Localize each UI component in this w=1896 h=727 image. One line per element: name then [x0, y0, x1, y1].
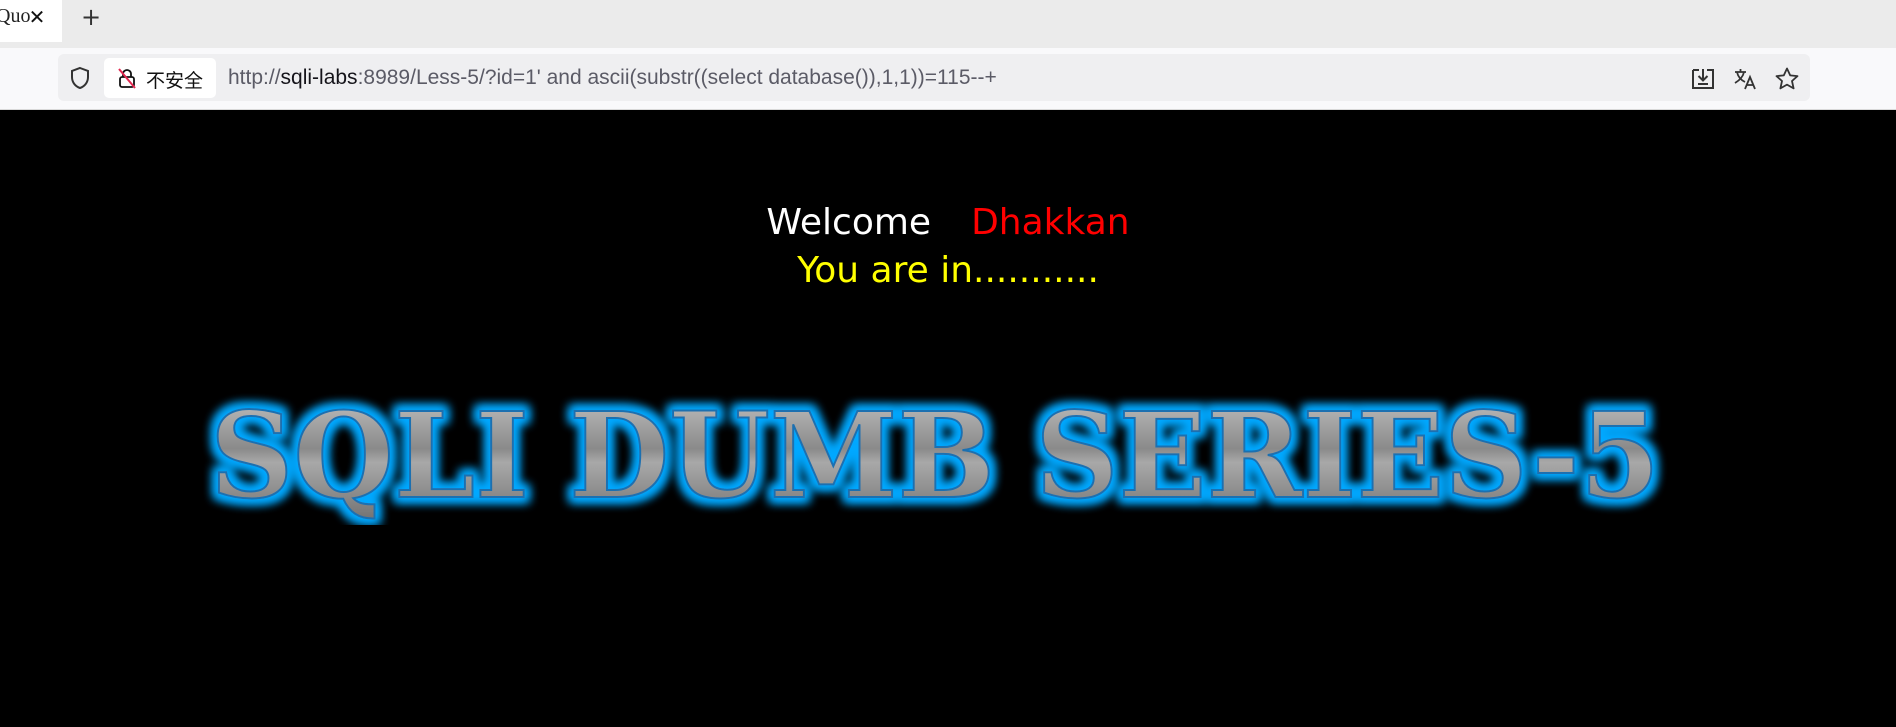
welcome-line: Welcome Dhakkan — [0, 202, 1896, 243]
shield-icon[interactable] — [68, 66, 92, 90]
url-scheme: http:// — [228, 66, 281, 89]
plus-icon[interactable]: + — [78, 4, 104, 30]
url-host: sqli-labs — [280, 66, 358, 89]
insecure-lock-icon — [118, 68, 136, 89]
user-name: Dhakkan — [971, 202, 1130, 243]
translate-icon[interactable] — [1732, 66, 1758, 92]
banner-text: SQLI DUMB SERIES-5 — [210, 386, 1660, 525]
security-label: 不安全 — [146, 70, 204, 92]
page-content: Welcome Dhakkan You are in........... SQ… — [0, 110, 1896, 727]
sqli-series-banner: SQLI DUMB SERIES-5 — [209, 385, 1661, 525]
close-icon[interactable]: ✕ — [26, 6, 48, 28]
security-indicator[interactable]: 不安全 — [104, 58, 216, 98]
url-path: :8989/Less-5/?id=1' and ascii(substr((se… — [357, 66, 997, 89]
bookmark-star-icon[interactable] — [1774, 66, 1800, 92]
navigation-toolbar: 不安全 http://sqli-labs:8989/Less-5/?id=1' … — [0, 48, 1896, 110]
address-bar[interactable]: 不安全 http://sqli-labs:8989/Less-5/?id=1' … — [58, 54, 1810, 101]
browser-tab[interactable]: Quo ✕ — [0, 0, 62, 42]
url-text[interactable]: http://sqli-labs:8989/Less-5/?id=1' and … — [228, 66, 997, 90]
download-icon[interactable] — [1690, 66, 1716, 92]
tab-strip: Quo ✕ + — [0, 0, 1896, 48]
welcome-text: Welcome — [766, 202, 932, 243]
status-message: You are in........... — [797, 250, 1099, 291]
